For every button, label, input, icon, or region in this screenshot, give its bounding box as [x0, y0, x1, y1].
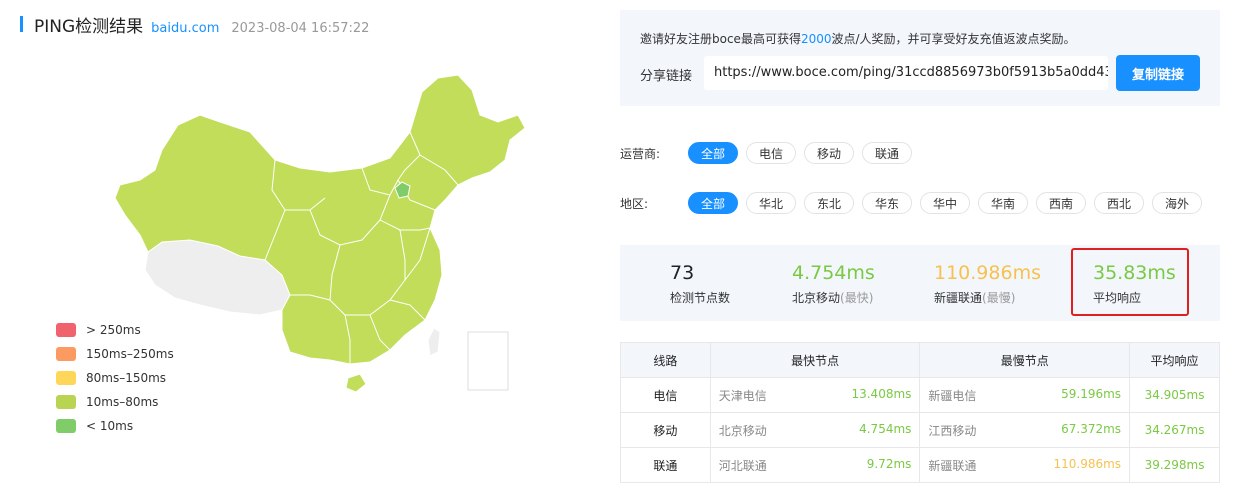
- legend-item: < 10ms: [56, 414, 174, 438]
- node-latency: 4.754ms: [859, 421, 912, 436]
- share-url-field[interactable]: https://www.boce.com/ping/31ccd8856973b0…: [704, 56, 1108, 90]
- isp-summary-table: 线路 最快节点 最慢节点 平均响应 电信 天津电信 13.408ms 新疆电信 59…: [620, 342, 1220, 483]
- share-link-label: 分享链接: [640, 69, 693, 84]
- result-header: PING检测结果 baidu.com 2023-08-04 16:57:22: [20, 12, 370, 37]
- legend-item: 150ms–250ms: [56, 342, 174, 366]
- node-name: 新疆电信: [928, 388, 977, 403]
- target-domain: baidu.com: [151, 21, 220, 36]
- map-region-hainan[interactable]: [345, 373, 367, 393]
- isp-option-unicom[interactable]: 联通: [862, 142, 912, 164]
- legend-label: 10ms–80ms: [86, 395, 159, 409]
- page-title: PING检测结果: [34, 17, 144, 37]
- stat-label-text: 新疆联通: [934, 291, 983, 305]
- map-region-mainland[interactable]: [114, 74, 526, 365]
- table-header: 线路: [620, 342, 711, 378]
- fastest-node-cell: 天津电信 13.408ms: [709, 377, 921, 413]
- header-accent-bar: [20, 16, 23, 32]
- stat-label-text: 北京移动: [792, 291, 841, 305]
- node-latency: 110.986ms: [1053, 456, 1122, 471]
- legend-item: 10ms–80ms: [56, 390, 174, 414]
- stat-label-suffix: (最慢): [982, 291, 1016, 305]
- legend-swatch: [56, 371, 76, 385]
- node-name: 北京移动: [718, 423, 767, 438]
- region-option-overseas[interactable]: 海外: [1152, 192, 1202, 214]
- node-latency: 9.72ms: [866, 456, 912, 471]
- legend-label: < 10ms: [86, 419, 134, 433]
- legend-label: 80ms–150ms: [86, 371, 167, 385]
- legend-label: 150ms–250ms: [86, 347, 174, 361]
- stat-label: 新疆联通(最慢): [934, 289, 1041, 306]
- map-region-taiwan[interactable]: [427, 327, 441, 357]
- legend-swatch: [56, 419, 76, 433]
- table-row: 移动 北京移动 4.754ms 江西移动 67.372ms 34.267ms: [620, 412, 1220, 448]
- isp-option-all[interactable]: 全部: [688, 142, 738, 164]
- isp-filter-row: 运营商: 全部 电信 移动 联通: [620, 142, 920, 164]
- region-option-north[interactable]: 华北: [746, 192, 796, 214]
- invite-message: 邀请好友注册boce最高可获得2000波点/人奖励，并可享受好友充值返波点奖励。: [640, 30, 1076, 47]
- table-header: 最慢节点: [919, 342, 1131, 378]
- stat-label: 检测节点数: [670, 291, 731, 305]
- table-header: 最快节点: [709, 342, 921, 378]
- node-name: 天津电信: [718, 388, 767, 403]
- node-name: 河北联通: [718, 458, 767, 473]
- slowest-node-cell: 新疆联通 110.986ms: [919, 447, 1131, 483]
- latency-legend: > 250ms 150ms–250ms 80ms–150ms 10ms–80ms…: [56, 318, 174, 438]
- region-filter-row: 地区: 全部 华北 东北 华东 华中 华南 西南 西北 海外: [620, 192, 1210, 214]
- legend-item: > 250ms: [56, 318, 174, 342]
- stat-label: 北京移动(最快): [792, 289, 875, 306]
- table-header: 平均响应: [1129, 342, 1220, 378]
- stat-value: 4.754ms: [792, 262, 875, 284]
- stat-slowest: 110.986ms 新疆联通(最慢): [934, 261, 1041, 306]
- average-cell: 39.298ms: [1129, 447, 1220, 483]
- invite-text: 波点/人奖励，并可享受好友充值返波点奖励。: [831, 32, 1076, 46]
- map-south-sea-inset: [467, 331, 509, 391]
- invite-panel: 邀请好友注册boce最高可获得2000波点/人奖励，并可享受好友充值返波点奖励。…: [620, 10, 1220, 106]
- average-highlight-box: [1071, 248, 1189, 316]
- node-name: 新疆联通: [928, 458, 977, 473]
- average-cell: 34.267ms: [1129, 412, 1220, 448]
- copy-link-button[interactable]: 复制链接: [1116, 55, 1200, 91]
- stat-node-count: 73 检测节点数: [670, 261, 730, 306]
- region-option-northeast[interactable]: 东北: [804, 192, 854, 214]
- isp-option-mobile[interactable]: 移动: [804, 142, 854, 164]
- stat-value: 110.986ms: [934, 262, 1041, 284]
- node-latency: 59.196ms: [1061, 386, 1122, 401]
- region-filter-label: 地区:: [620, 196, 649, 211]
- isp-filter-label: 运营商:: [620, 146, 661, 161]
- invite-points: 2000: [800, 32, 832, 46]
- node-latency: 13.408ms: [851, 386, 912, 401]
- region-option-east[interactable]: 华东: [862, 192, 912, 214]
- legend-label: > 250ms: [86, 323, 141, 337]
- legend-swatch: [56, 347, 76, 361]
- average-cell: 34.905ms: [1129, 377, 1220, 413]
- region-option-all[interactable]: 全部: [688, 192, 738, 214]
- table-row: 电信 天津电信 13.408ms 新疆电信 59.196ms 34.905ms: [620, 377, 1220, 413]
- stat-fastest: 4.754ms 北京移动(最快): [792, 261, 875, 306]
- china-map: [114, 74, 526, 393]
- legend-item: 80ms–150ms: [56, 366, 174, 390]
- region-option-central[interactable]: 华中: [920, 192, 970, 214]
- isp-option-telecom[interactable]: 电信: [746, 142, 796, 164]
- node-name: 江西移动: [928, 423, 977, 438]
- line-cell: 移动: [620, 412, 711, 448]
- line-cell: 电信: [620, 377, 711, 413]
- region-option-southwest[interactable]: 西南: [1036, 192, 1086, 214]
- test-timestamp: 2023-08-04 16:57:22: [231, 21, 370, 36]
- table-row: 联通 河北联通 9.72ms 新疆联通 110.986ms 39.298ms: [620, 447, 1220, 483]
- region-option-northwest[interactable]: 西北: [1094, 192, 1144, 214]
- invite-text: 邀请好友注册boce最高可获得: [640, 32, 801, 46]
- fastest-node-cell: 北京移动 4.754ms: [709, 412, 921, 448]
- fastest-node-cell: 河北联通 9.72ms: [709, 447, 921, 483]
- table-header-row: 线路 最快节点 最慢节点 平均响应: [620, 342, 1220, 378]
- slowest-node-cell: 江西移动 67.372ms: [919, 412, 1131, 448]
- legend-swatch: [56, 323, 76, 337]
- legend-swatch: [56, 395, 76, 409]
- node-latency: 67.372ms: [1061, 421, 1122, 436]
- slowest-node-cell: 新疆电信 59.196ms: [919, 377, 1131, 413]
- region-option-south[interactable]: 华南: [978, 192, 1028, 214]
- stat-label-suffix: (最快): [840, 291, 874, 305]
- line-cell: 联通: [620, 447, 711, 483]
- stat-value: 73: [670, 262, 695, 284]
